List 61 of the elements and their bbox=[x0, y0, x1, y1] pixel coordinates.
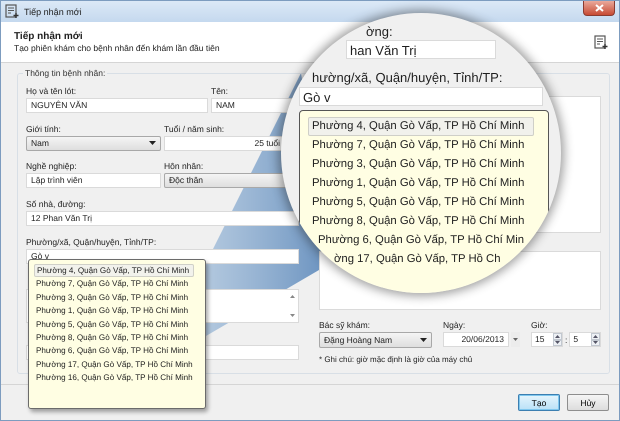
input-field[interactable]: han Văn Trị bbox=[346, 40, 496, 59]
dialog-button[interactable]: Tạo bbox=[518, 394, 560, 411]
list-item[interactable]: Phường 8, Quận Gò Vấp, TP Hồ Chí Minh bbox=[34, 330, 194, 344]
list-item[interactable]: ờng 17, Quận Gò Vấp, TP Hồ Ch bbox=[330, 250, 502, 269]
list-item[interactable]: Phường 1, Quận Gò Vấp, TP Hồ Chí Minh bbox=[34, 304, 194, 318]
field-label: Tên: bbox=[211, 86, 230, 96]
field-label: Họ và tên lót: bbox=[26, 86, 78, 96]
up-arrow-icon bbox=[593, 334, 598, 338]
dropdown-arrow-icon bbox=[420, 338, 427, 342]
dialog-heading: Tiếp nhận mới bbox=[14, 31, 83, 42]
list-item[interactable]: Phường 4, Quận Gò Vấp, TP Hồ Chí Minh bbox=[308, 117, 534, 136]
list-item[interactable]: Phường 5, Quận Gò Vấp, TP Hồ Chí Minh bbox=[34, 318, 194, 331]
list-item[interactable]: Phường 1, Quận Gò Vấp, TP Hồ Chí Minh bbox=[308, 174, 534, 193]
field-label: hường/xã, Quận/huyện, Tỉnh/TP: bbox=[312, 70, 504, 85]
input-field[interactable]: 12 Phan Văn Trị bbox=[26, 211, 299, 226]
list-item[interactable]: Phường 8, Quận Gò Vấp, TP Hồ Chí Minh bbox=[308, 212, 534, 231]
close-icon bbox=[594, 4, 604, 12]
list-item[interactable]: Phường 3, Quận Gò Vấp, TP Hồ Chí Minh bbox=[34, 290, 194, 304]
dialog-button[interactable]: Hủy bbox=[567, 394, 609, 411]
field-label: Phường/xã, Quận/huyện, Tỉnh/TP: bbox=[26, 236, 158, 247]
list-item[interactable]: Phường 17, Quận Gò Vấp, TP Hồ Chí Minh bbox=[34, 358, 194, 372]
list-item[interactable]: Phường 7, Quận Gò Vấp, TP Hồ Chí Minh bbox=[308, 136, 534, 155]
dropdown[interactable]: Nam bbox=[26, 136, 161, 151]
spin-box[interactable]: 5 bbox=[569, 332, 602, 347]
input-field[interactable]: Lập trình viên bbox=[26, 173, 161, 188]
field-label: Số nhà, đường: bbox=[26, 199, 86, 210]
list-item[interactable]: Phường 6, Quận Gò Vấp, TP Hồ Chí Minh bbox=[34, 344, 194, 358]
time-separator: : bbox=[565, 334, 568, 344]
note-text: * Ghi chú: giờ mặc định là giờ của máy chủ bbox=[319, 355, 474, 364]
field-label: Nghề nghiệp: bbox=[26, 161, 78, 172]
date-picker-button[interactable] bbox=[511, 332, 520, 347]
list-item[interactable]: Phường 4, Quận Gò Vấp, TP Hồ Chí Minh bbox=[34, 264, 194, 278]
date-field[interactable]: 20/06/2013 bbox=[443, 332, 509, 347]
field-label: Tuổi / năm sinh: bbox=[164, 124, 226, 134]
field-label: Giờ: bbox=[531, 320, 548, 330]
field-label: Bác sỹ khám: bbox=[319, 320, 372, 330]
input-field[interactable]: NGUYÊN VĂN bbox=[26, 98, 208, 113]
down-arrow-icon bbox=[593, 341, 598, 344]
list-item[interactable]: Phường 6, Quận Gò Vấp, TP Hồ Chí Min bbox=[314, 231, 524, 250]
field-label: Hôn nhân: bbox=[164, 161, 204, 172]
scroll-down-icon[interactable] bbox=[290, 314, 295, 317]
down-arrow-icon bbox=[555, 341, 560, 344]
dropdown[interactable]: Đặng Hoàng Nam bbox=[319, 332, 432, 348]
group-title: Thông tin bệnh nhân: bbox=[23, 68, 108, 78]
dialog-description: Tạo phiên khám cho bệnh nhân đến khám lần đầu tiên bbox=[14, 43, 220, 53]
window-title: Tiếp nhận mới bbox=[24, 6, 83, 16]
spin-box[interactable]: 15 bbox=[531, 332, 563, 347]
field-label: ờng: bbox=[366, 25, 394, 39]
list-item[interactable]: Phường 3, Quận Gò Vấp, TP Hồ Chí Minh bbox=[308, 155, 534, 174]
input-field[interactable]: Gò v bbox=[299, 87, 543, 106]
list-item[interactable]: Phường 7, Quận Gò Vấp, TP Hồ Chí Minh bbox=[34, 277, 194, 291]
list-item[interactable]: Phường 5, Quận Gò Vấp, TP Hồ Chí Minh bbox=[308, 193, 534, 212]
form-icon bbox=[5, 4, 19, 19]
field-label: Ngày: bbox=[443, 320, 466, 330]
form-icon[interactable] bbox=[594, 34, 609, 50]
list-item[interactable]: Phường 16, Quận Gò Vấp, TP Hồ Chí Minh bbox=[34, 371, 194, 385]
dropdown-arrow-icon bbox=[149, 141, 156, 146]
dropdown-arrow-icon bbox=[513, 338, 518, 341]
field-label: Giới tính: bbox=[26, 124, 62, 134]
up-arrow-icon bbox=[555, 334, 560, 338]
close-button[interactable] bbox=[583, 1, 615, 16]
